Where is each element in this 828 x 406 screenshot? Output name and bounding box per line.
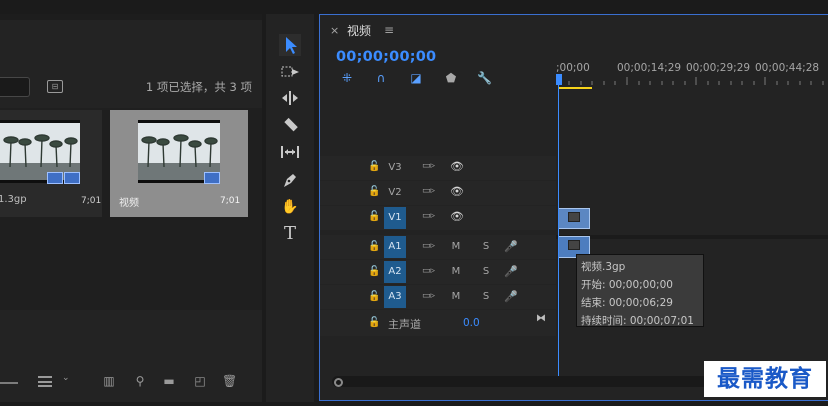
audio-badge-icon (64, 172, 80, 184)
project-item-clip[interactable]: 1.3gp 7;01 (0, 110, 102, 217)
clip-name: 1.3gp (0, 194, 27, 205)
mic-icon[interactable]: 🎤 (504, 240, 518, 253)
sort-icon[interactable] (38, 376, 52, 387)
slip-tool-icon[interactable] (279, 141, 301, 163)
sequence-badge-icon (204, 172, 220, 184)
add-marker-icon[interactable]: ⬟ (444, 71, 458, 85)
track-header-v3 (320, 156, 556, 180)
automate-to-sequence-icon[interactable]: ▥ (102, 374, 116, 388)
sequence-duration: 7;01 (220, 196, 241, 206)
video-clip[interactable] (558, 208, 590, 229)
new-bin-icon[interactable]: ▬ (162, 374, 176, 388)
solo-button[interactable]: S (480, 241, 492, 252)
trash-icon[interactable]: 🗑 (222, 374, 237, 388)
track-target-v2[interactable]: V2 (384, 182, 406, 204)
chevron-down-icon[interactable]: ⌄ (62, 373, 72, 383)
new-item-icon[interactable]: ◰ (193, 374, 207, 388)
selection-tool-icon[interactable] (279, 34, 301, 56)
ripple-edit-tool-icon[interactable] (279, 87, 301, 109)
lock-icon[interactable]: 🔓 (368, 161, 380, 172)
mute-button[interactable]: M (450, 266, 462, 277)
sync-lock-icon[interactable]: ▭▹ (422, 161, 436, 171)
track-target-a2[interactable]: A2 (384, 261, 406, 283)
track-target-a1[interactable]: A1 (384, 236, 406, 258)
sequence-tab[interactable]: 视频 (347, 22, 371, 39)
sequence-name: 视频 (119, 198, 139, 209)
linked-selection-icon[interactable]: ◪ (409, 71, 423, 85)
ruler-time-1: 00;00;14;29 (617, 62, 682, 74)
wrench-icon[interactable]: 🔧 (477, 71, 492, 85)
eye-icon[interactable]: 👁 (450, 210, 464, 223)
solo-button[interactable]: S (480, 291, 492, 302)
zoom-handle[interactable] (334, 378, 343, 387)
playhead-timecode[interactable]: 00;00;00;00 (336, 49, 436, 65)
tooltip-duration: 持续时间: 00;00;07;01 (581, 315, 694, 327)
lock-icon[interactable]: 🔓 (368, 317, 380, 328)
zoom-slider[interactable] (0, 382, 18, 384)
master-volume-value[interactable]: 0.0 (463, 317, 480, 329)
tooltip-start: 开始: 00;00;00;00 (581, 279, 673, 291)
work-area-bar[interactable] (558, 87, 592, 89)
close-icon[interactable]: × (330, 24, 339, 37)
eye-icon[interactable]: 👁 (450, 160, 464, 173)
find-icon[interactable]: ⚲ (133, 374, 147, 388)
timeline-panel: × 视频 ≡ 00;00;00;00 ⁜ ∩ ◪ ⬟ 🔧 ;00;00 00;0… (319, 14, 828, 401)
track-header-a2 (320, 260, 556, 284)
mic-icon[interactable]: 🎤 (504, 265, 518, 278)
video-audio-badge-icon (47, 172, 63, 184)
track-target-v3[interactable]: V3 (384, 157, 406, 179)
track-header-v1 (320, 206, 556, 230)
track-target-v1[interactable]: V1 (384, 207, 406, 229)
sync-lock-icon[interactable]: ▭▹ (422, 186, 436, 196)
sync-lock-icon[interactable]: ▭▹ (422, 291, 436, 301)
playhead-line[interactable] (558, 85, 559, 377)
sync-lock-icon[interactable]: ▭▹ (422, 266, 436, 276)
watermark-logo: 最需教育 (704, 361, 826, 397)
clip-tooltip: 视频.3gp 开始: 00;00;00;00 结束: 00;00;06;29 持… (576, 254, 704, 327)
ruler-time-3: 00;00;44;28 (755, 62, 820, 74)
nest-icon[interactable]: ⁜ (340, 71, 354, 85)
search-input[interactable] (0, 77, 30, 97)
mute-button[interactable]: M (450, 291, 462, 302)
tooltip-end: 结束: 00;00;06;29 (581, 297, 673, 309)
solo-button[interactable]: S (480, 266, 492, 277)
mute-button[interactable]: M (450, 241, 462, 252)
lock-icon[interactable]: 🔓 (368, 211, 380, 222)
track-header-a1 (320, 235, 556, 259)
lock-icon[interactable]: 🔓 (368, 241, 380, 252)
master-track-header (320, 310, 556, 336)
track-select-tool-icon[interactable] (279, 61, 301, 83)
snap-magnet-icon[interactable]: ∩ (374, 71, 388, 85)
filter-bin-icon[interactable]: ⊟ (47, 80, 63, 93)
type-tool-icon[interactable]: T (279, 223, 301, 245)
hand-tool-icon[interactable]: ✋ (279, 196, 301, 218)
lock-icon[interactable]: 🔓 (368, 291, 380, 302)
sync-lock-icon[interactable]: ▭▹ (422, 211, 436, 221)
time-ruler[interactable] (557, 77, 828, 85)
panel-header (0, 14, 262, 20)
mic-icon[interactable]: 🎤 (504, 290, 518, 303)
selection-count: 1 项已选择，共 3 项 (145, 80, 252, 94)
lock-icon[interactable]: 🔓 (368, 266, 380, 277)
eye-icon[interactable]: 👁 (450, 185, 464, 198)
playhead-handle[interactable] (556, 74, 562, 85)
clip-duration: 7;01 (81, 196, 102, 206)
tooltip-clip-name: 视频.3gp (581, 261, 626, 273)
razor-tool-icon[interactable] (279, 114, 301, 136)
go-to-out-icon[interactable]: ⧓ (536, 313, 546, 324)
track-header-a3 (320, 285, 556, 309)
ruler-time-0: ;00;00 (556, 62, 590, 74)
project-panel: ⊟ 1 项已选择，共 3 项 1.3gp 7;01 视频 7;01 ⌄ ▥ ⚲ … (0, 14, 262, 402)
panel-menu-icon[interactable]: ≡ (384, 23, 394, 37)
ruler-time-2: 00;00;29;29 (686, 62, 751, 74)
pen-tool-icon[interactable] (279, 169, 301, 191)
track-header-v2 (320, 181, 556, 205)
track-target-a3[interactable]: A3 (384, 286, 406, 308)
project-item-sequence[interactable]: 视频 7;01 (110, 110, 248, 217)
lock-icon[interactable]: 🔓 (368, 186, 380, 197)
master-track-label: 主声道 (388, 318, 421, 331)
sync-lock-icon[interactable]: ▭▹ (422, 241, 436, 251)
